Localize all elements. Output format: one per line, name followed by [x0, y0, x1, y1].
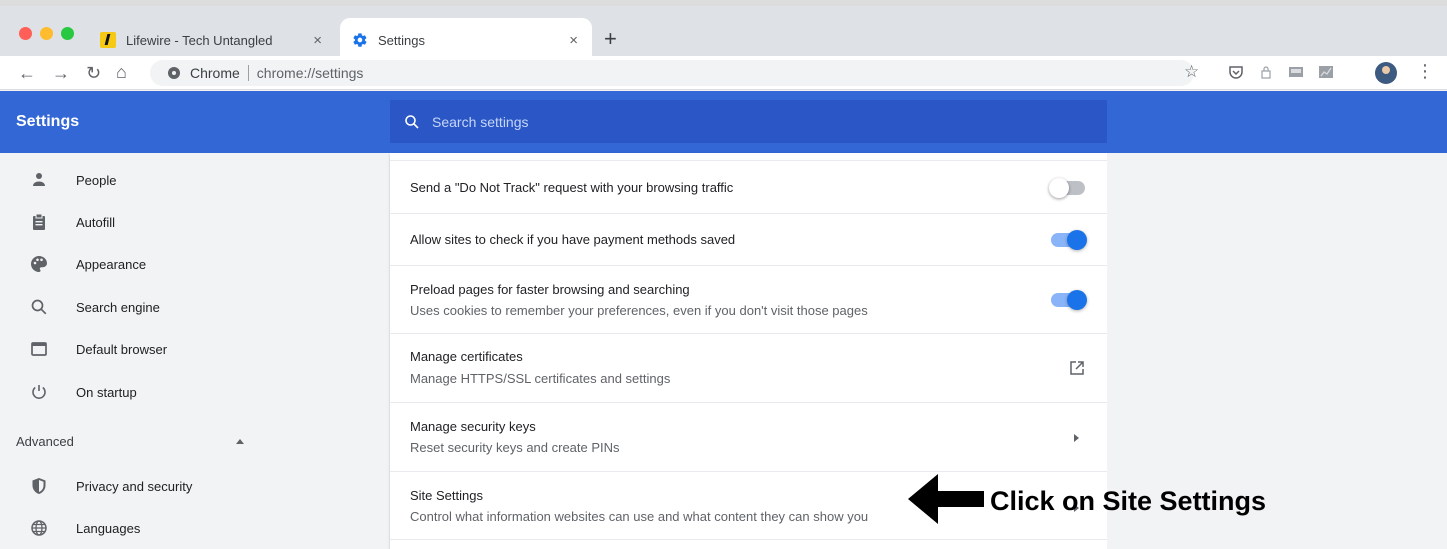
sidebar-advanced-toggle[interactable]: Advanced: [0, 425, 380, 459]
sidebar-item-label: Autofill: [76, 214, 116, 230]
address-divider: [247, 65, 249, 81]
search-icon: [405, 114, 419, 129]
chevron-right-icon: [1074, 434, 1079, 442]
bookmark-star-icon[interactable]: ☆: [1184, 62, 1199, 82]
lock-extension-icon[interactable]: [1258, 64, 1274, 80]
minimize-window-button[interactable]: [40, 27, 53, 40]
sidebar-item-default-browser[interactable]: Default browser: [0, 329, 380, 369]
sidebar-item-search-engine[interactable]: Search engine: [0, 287, 380, 327]
row-title: Send a "Do Not Track" request with your …: [410, 180, 734, 195]
tab-title: Settings: [378, 32, 425, 48]
sidebar-item-on-startup[interactable]: On startup: [0, 372, 380, 412]
row-title: Manage certificates: [410, 349, 523, 364]
settings-sidebar: People Autofill Appearance Search engine: [0, 153, 390, 549]
sidebar-item-privacy-and-security[interactable]: Privacy and security: [0, 466, 380, 506]
lifewire-favicon-icon: [100, 32, 116, 48]
chrome-site-icon: [168, 67, 180, 79]
tab-title: Lifewire - Tech Untangled: [126, 32, 273, 48]
pocket-icon[interactable]: [1228, 64, 1244, 80]
gear-icon: [353, 33, 367, 47]
payment-methods-toggle[interactable]: [1051, 230, 1087, 250]
shield-icon: [32, 478, 46, 494]
browser-window-icon: [31, 342, 47, 356]
row-title: Site Settings: [410, 488, 483, 503]
chevron-up-icon: [236, 439, 244, 444]
chart-extension-icon[interactable]: [1318, 64, 1334, 80]
preload-pages-row[interactable]: Preload pages for faster browsing and se…: [390, 265, 1107, 333]
tab-close-icon[interactable]: ×: [569, 32, 578, 49]
row-subtitle: Control what information websites can us…: [410, 509, 869, 524]
payment-methods-row[interactable]: Allow sites to check if you have payment…: [390, 213, 1107, 265]
sidebar-item-label: On startup: [76, 384, 137, 400]
sidebar-item-label: People: [76, 172, 117, 188]
profile-avatar[interactable]: [1375, 62, 1397, 84]
sidebar-item-label: Search engine: [76, 299, 160, 315]
annotation-arrow-icon: [908, 474, 984, 524]
row-title: Allow sites to check if you have payment…: [410, 232, 736, 247]
do-not-track-row[interactable]: Send a "Do Not Track" request with your …: [390, 160, 1107, 213]
external-link-icon[interactable]: [1069, 360, 1085, 376]
reload-icon[interactable]: ↻: [86, 63, 101, 83]
annotation-text: Click on Site Settings: [990, 486, 1267, 516]
advanced-label: Advanced: [16, 434, 74, 449]
sidebar-item-languages[interactable]: Languages: [0, 508, 380, 548]
close-window-button[interactable]: [19, 27, 32, 40]
sidebar-item-label: Appearance: [76, 256, 147, 272]
url-text[interactable]: chrome://settings: [257, 65, 364, 81]
sidebar-item-autofill[interactable]: Autofill: [0, 202, 380, 242]
search-icon: [31, 299, 47, 315]
sidebar-item-label: Privacy and security: [76, 478, 193, 494]
maximize-window-button[interactable]: [61, 27, 74, 40]
forward-arrow-icon[interactable]: →: [52, 63, 70, 83]
home-icon[interactable]: ⌂: [116, 62, 127, 82]
row-subtitle: Reset security keys and create PINs: [410, 440, 620, 455]
person-icon: [33, 173, 45, 186]
browser-toolbar: ← → ↻ ⌂ Chrome chrome://settings ☆ ⋮: [0, 56, 1447, 90]
power-icon: [32, 385, 46, 399]
row-subtitle: Uses cookies to remember your preference…: [410, 303, 868, 318]
tab-close-icon[interactable]: ×: [313, 32, 322, 49]
sidebar-item-label: Default browser: [76, 341, 168, 357]
globe-icon: [31, 520, 47, 536]
clipboard-icon: [33, 213, 45, 230]
row-title: Manage security keys: [410, 419, 536, 434]
sidebar-item-appearance[interactable]: Appearance: [0, 244, 380, 284]
settings-header: Settings: [0, 91, 1447, 153]
preload-pages-toggle[interactable]: [1051, 290, 1087, 310]
manage-certificates-row[interactable]: Manage certificates Manage HTTPS/SSL cer…: [390, 333, 1107, 402]
new-tab-button[interactable]: +: [604, 28, 617, 50]
sidebar-item-people[interactable]: People: [0, 160, 380, 200]
search-box[interactable]: [390, 100, 1107, 143]
palette-icon: [31, 256, 47, 272]
page-title: Settings: [16, 113, 80, 130]
row-subtitle: Manage HTTPS/SSL certificates and settin…: [410, 371, 671, 386]
more-menu-icon[interactable]: ⋮: [1416, 61, 1434, 82]
do-not-track-toggle[interactable]: [1049, 178, 1085, 198]
sidebar-item-label: Languages: [76, 520, 141, 536]
browser-tab-strip: Lifewire - Tech Untangled × Settings × +: [0, 0, 1447, 62]
back-arrow-icon[interactable]: ←: [18, 63, 36, 83]
row-title: Preload pages for faster browsing and se…: [410, 282, 690, 297]
next-row: [390, 539, 1107, 549]
screenshot-extension-icon[interactable]: [1288, 64, 1304, 80]
search-input[interactable]: [432, 113, 1032, 130]
manage-security-keys-row[interactable]: Manage security keys Reset security keys…: [390, 402, 1107, 471]
site-chip: Chrome: [190, 65, 240, 81]
address-bar[interactable]: Chrome chrome://settings: [150, 60, 1194, 86]
